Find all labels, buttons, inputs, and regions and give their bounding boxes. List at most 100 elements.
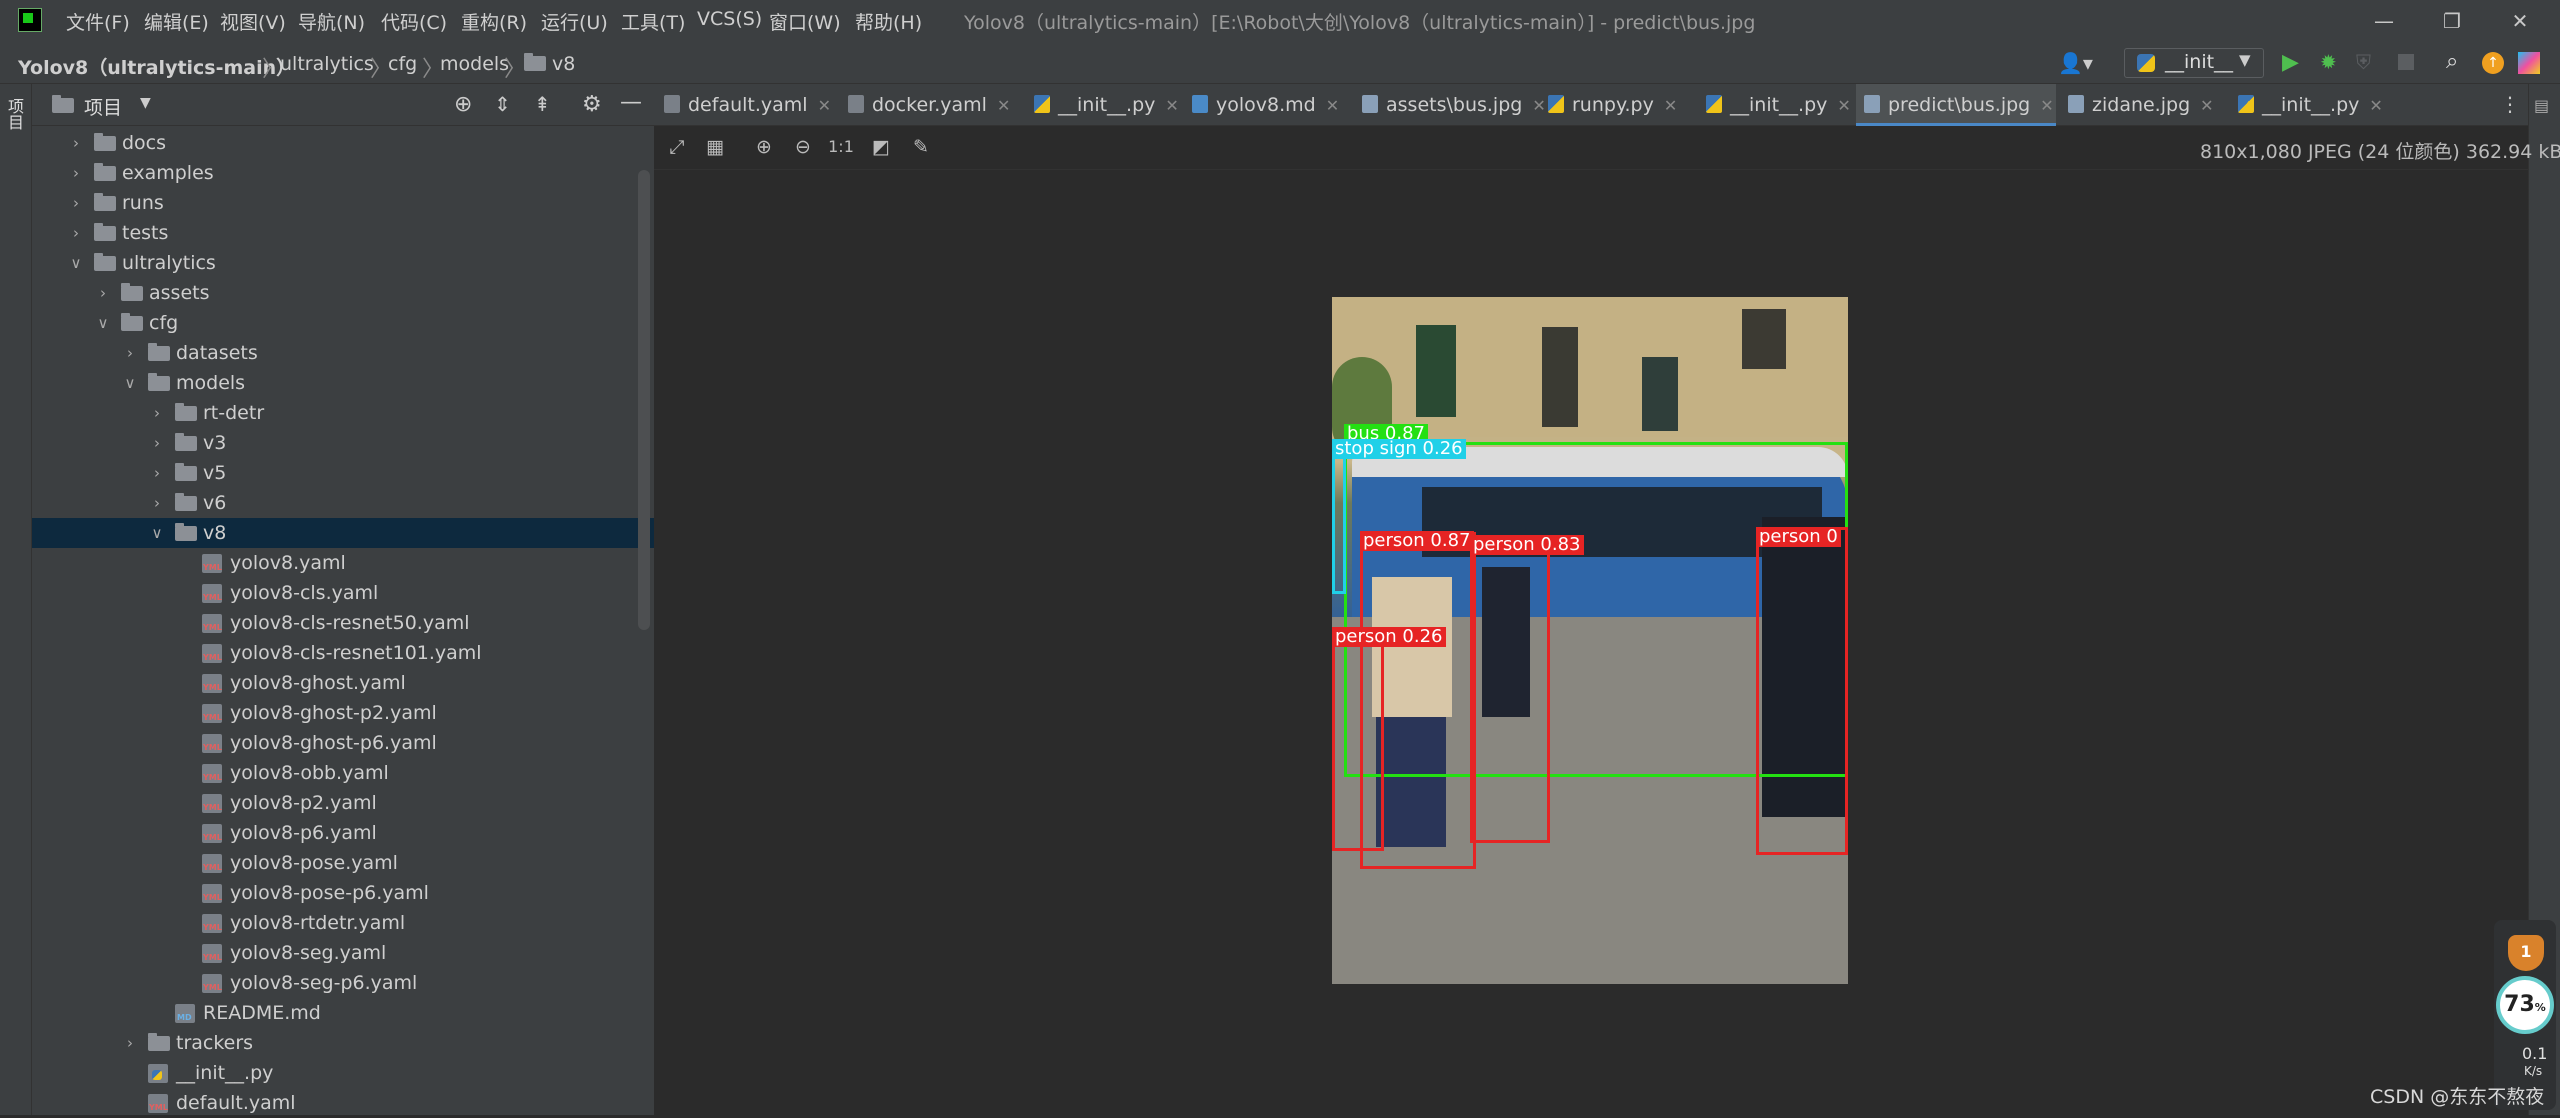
restore-icon[interactable]: ❐ — [2432, 6, 2472, 36]
tree-item[interactable]: › rt-detr — [32, 398, 654, 428]
gear-icon[interactable]: ⚙ — [582, 92, 602, 117]
chevron-right-icon[interactable]: › — [149, 428, 165, 458]
project-scrollbar[interactable] — [638, 170, 650, 630]
tree-item[interactable]: yolov8-ghost.yaml — [32, 668, 654, 698]
close-tab-icon[interactable]: ✕ — [997, 96, 1010, 115]
actual-size-button[interactable]: 1:1 — [828, 134, 854, 160]
editor-tab[interactable]: yolov8.md ✕ — [1184, 84, 1350, 126]
tree-item[interactable]: ∨ ultralytics — [32, 248, 654, 278]
menu-tools[interactable]: 工具(T) — [621, 8, 685, 35]
breadcrumb-models[interactable]: models — [440, 53, 509, 75]
menu-edit[interactable]: 编辑(E) — [144, 8, 209, 35]
tree-item[interactable]: › examples — [32, 158, 654, 188]
chevron-down-icon[interactable]: ∨ — [122, 368, 138, 398]
tree-item[interactable]: › assets — [32, 278, 654, 308]
coverage-icon[interactable]: ⛨ — [2356, 50, 2371, 74]
search-icon[interactable]: ⌕ — [2446, 49, 2458, 74]
chevron-right-icon[interactable]: › — [68, 128, 84, 158]
update-icon[interactable]: ↑ — [2482, 52, 2504, 74]
editor-tab[interactable]: zidane.jpg ✕ — [2060, 84, 2226, 126]
tree-item[interactable]: › tests — [32, 218, 654, 248]
breadcrumb-ultralytics[interactable]: ultralytics — [280, 53, 374, 75]
chevron-down-icon[interactable]: ∨ — [68, 248, 84, 278]
menu-file[interactable]: 文件(F) — [66, 8, 130, 35]
close-tab-icon[interactable]: ✕ — [2200, 96, 2213, 115]
editor-tab[interactable]: predict\bus.jpg ✕ — [1856, 84, 2056, 126]
tree-item[interactable]: › v3 — [32, 428, 654, 458]
project-tool-tab[interactable]: 项目 — [5, 98, 26, 162]
notifications-icon[interactable]: ▤ — [2534, 96, 2554, 126]
menu-run[interactable]: 运行(U) — [541, 8, 608, 35]
close-tab-icon[interactable]: ✕ — [1664, 96, 1677, 115]
tree-item[interactable]: › trackers — [32, 1028, 654, 1058]
tree-item[interactable]: yolov8-rtdetr.yaml — [32, 908, 654, 938]
tree-item[interactable]: ∨ cfg — [32, 308, 654, 338]
grid-icon[interactable]: ▦ — [702, 134, 728, 160]
tree-item[interactable]: ∨ v8 — [32, 518, 654, 548]
project-panel-title[interactable]: 项目 — [84, 93, 122, 120]
minimize-icon[interactable]: — — [2364, 6, 2404, 36]
editor-tab[interactable]: __init__.py ✕ — [2230, 84, 2383, 126]
tree-item[interactable]: yolov8-p6.yaml — [32, 818, 654, 848]
tree-item[interactable]: default.yaml — [32, 1088, 654, 1118]
editor-tab[interactable]: runpy.py ✕ — [1540, 84, 1692, 126]
tree-item[interactable]: yolov8-p2.yaml — [32, 788, 654, 818]
cpu-gauge[interactable]: 73% — [2496, 976, 2554, 1034]
tree-item[interactable]: › datasets — [32, 338, 654, 368]
tree-item[interactable]: yolov8.yaml — [32, 548, 654, 578]
close-tab-icon[interactable]: ✕ — [1326, 96, 1339, 115]
run-icon[interactable]: ▶ — [2282, 50, 2299, 75]
tree-item[interactable]: › v5 — [32, 458, 654, 488]
close-window-icon[interactable]: ✕ — [2500, 6, 2540, 36]
editor-tab[interactable]: __init__.py ✕ — [1026, 84, 1179, 126]
chevron-right-icon[interactable]: › — [149, 458, 165, 488]
menu-view[interactable]: 视图(V) — [220, 8, 286, 35]
hide-panel-icon[interactable]: — — [620, 90, 642, 115]
tree-item[interactable]: ∨ models — [32, 368, 654, 398]
breadcrumb-project[interactable]: Yolov8（ultralytics-main） — [18, 53, 295, 80]
menu-window[interactable]: 窗口(W) — [769, 8, 841, 35]
stop-icon[interactable] — [2398, 54, 2414, 70]
editor-tab[interactable]: docker.yaml ✕ — [840, 84, 1022, 126]
tree-item[interactable]: yolov8-seg-p6.yaml — [32, 968, 654, 998]
user-icon[interactable]: 👤▾ — [2058, 51, 2093, 75]
tree-item[interactable]: yolov8-cls-resnet101.yaml — [32, 638, 654, 668]
debug-icon[interactable]: ✹ — [2320, 50, 2337, 74]
tree-item[interactable]: README.md — [32, 998, 654, 1028]
tree-item[interactable]: yolov8-ghost-p6.yaml — [32, 728, 654, 758]
close-tab-icon[interactable]: ✕ — [1165, 96, 1178, 115]
background-icon[interactable]: ◩ — [868, 134, 894, 160]
tree-item[interactable]: yolov8-obb.yaml — [32, 758, 654, 788]
shield-icon[interactable]: 1 — [2508, 935, 2544, 971]
breadcrumb-cfg[interactable]: cfg — [388, 53, 417, 75]
chevron-right-icon[interactable]: › — [149, 398, 165, 428]
tree-item[interactable]: › runs — [32, 188, 654, 218]
close-tab-icon[interactable]: ✕ — [1837, 96, 1850, 115]
tree-item[interactable]: yolov8-cls.yaml — [32, 578, 654, 608]
tree-item[interactable]: yolov8-pose-p6.yaml — [32, 878, 654, 908]
color-picker-icon[interactable]: ✎ — [908, 134, 934, 160]
chevron-right-icon[interactable]: › — [68, 188, 84, 218]
menu-help[interactable]: 帮助(H) — [855, 8, 922, 35]
tree-item[interactable]: yolov8-seg.yaml — [32, 938, 654, 968]
fit-to-window-icon[interactable]: ⤢ — [664, 134, 690, 160]
chevron-right-icon[interactable]: › — [95, 278, 111, 308]
chevron-down-icon[interactable]: ∨ — [95, 308, 111, 338]
collapse-all-icon[interactable]: ⇞ — [534, 92, 551, 116]
chevron-right-icon[interactable]: › — [122, 1028, 138, 1058]
run-config-selector[interactable]: __init__ ▼ — [2124, 48, 2264, 78]
zoom-out-icon[interactable]: ⊖ — [790, 134, 816, 160]
expand-all-icon[interactable]: ⇕ — [494, 92, 511, 116]
locate-icon[interactable]: ⊕ — [454, 92, 472, 117]
tree-item[interactable]: yolov8-pose.yaml — [32, 848, 654, 878]
tree-item[interactable]: __init__.py — [32, 1058, 654, 1088]
chevron-down-icon[interactable]: ∨ — [149, 518, 165, 548]
more-tabs-icon[interactable]: ⋮ — [2500, 92, 2520, 116]
editor-tab[interactable]: default.yaml ✕ — [656, 84, 836, 126]
chevron-right-icon[interactable]: › — [149, 488, 165, 518]
close-tab-icon[interactable]: ✕ — [818, 96, 831, 115]
editor-tab[interactable]: assets\bus.jpg ✕ — [1354, 84, 1546, 126]
tree-item[interactable]: › docs — [32, 128, 654, 158]
editor-tab[interactable]: __init__.py ✕ — [1698, 84, 1851, 126]
close-tab-icon[interactable]: ✕ — [2040, 96, 2053, 115]
